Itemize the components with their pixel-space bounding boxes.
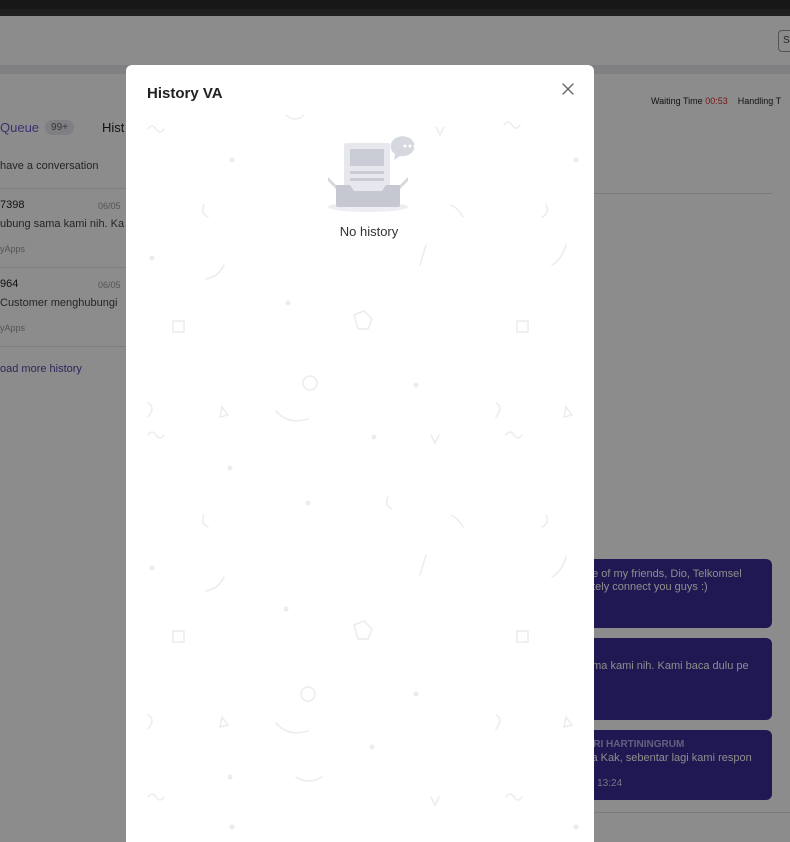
empty-state-text: No history — [339, 224, 399, 239]
close-button[interactable] — [558, 79, 578, 99]
modal-title: History VA — [147, 85, 223, 102]
empty-inbox-icon — [328, 136, 417, 212]
close-icon — [562, 83, 574, 95]
history-va-modal: History VA No history — [126, 65, 594, 842]
